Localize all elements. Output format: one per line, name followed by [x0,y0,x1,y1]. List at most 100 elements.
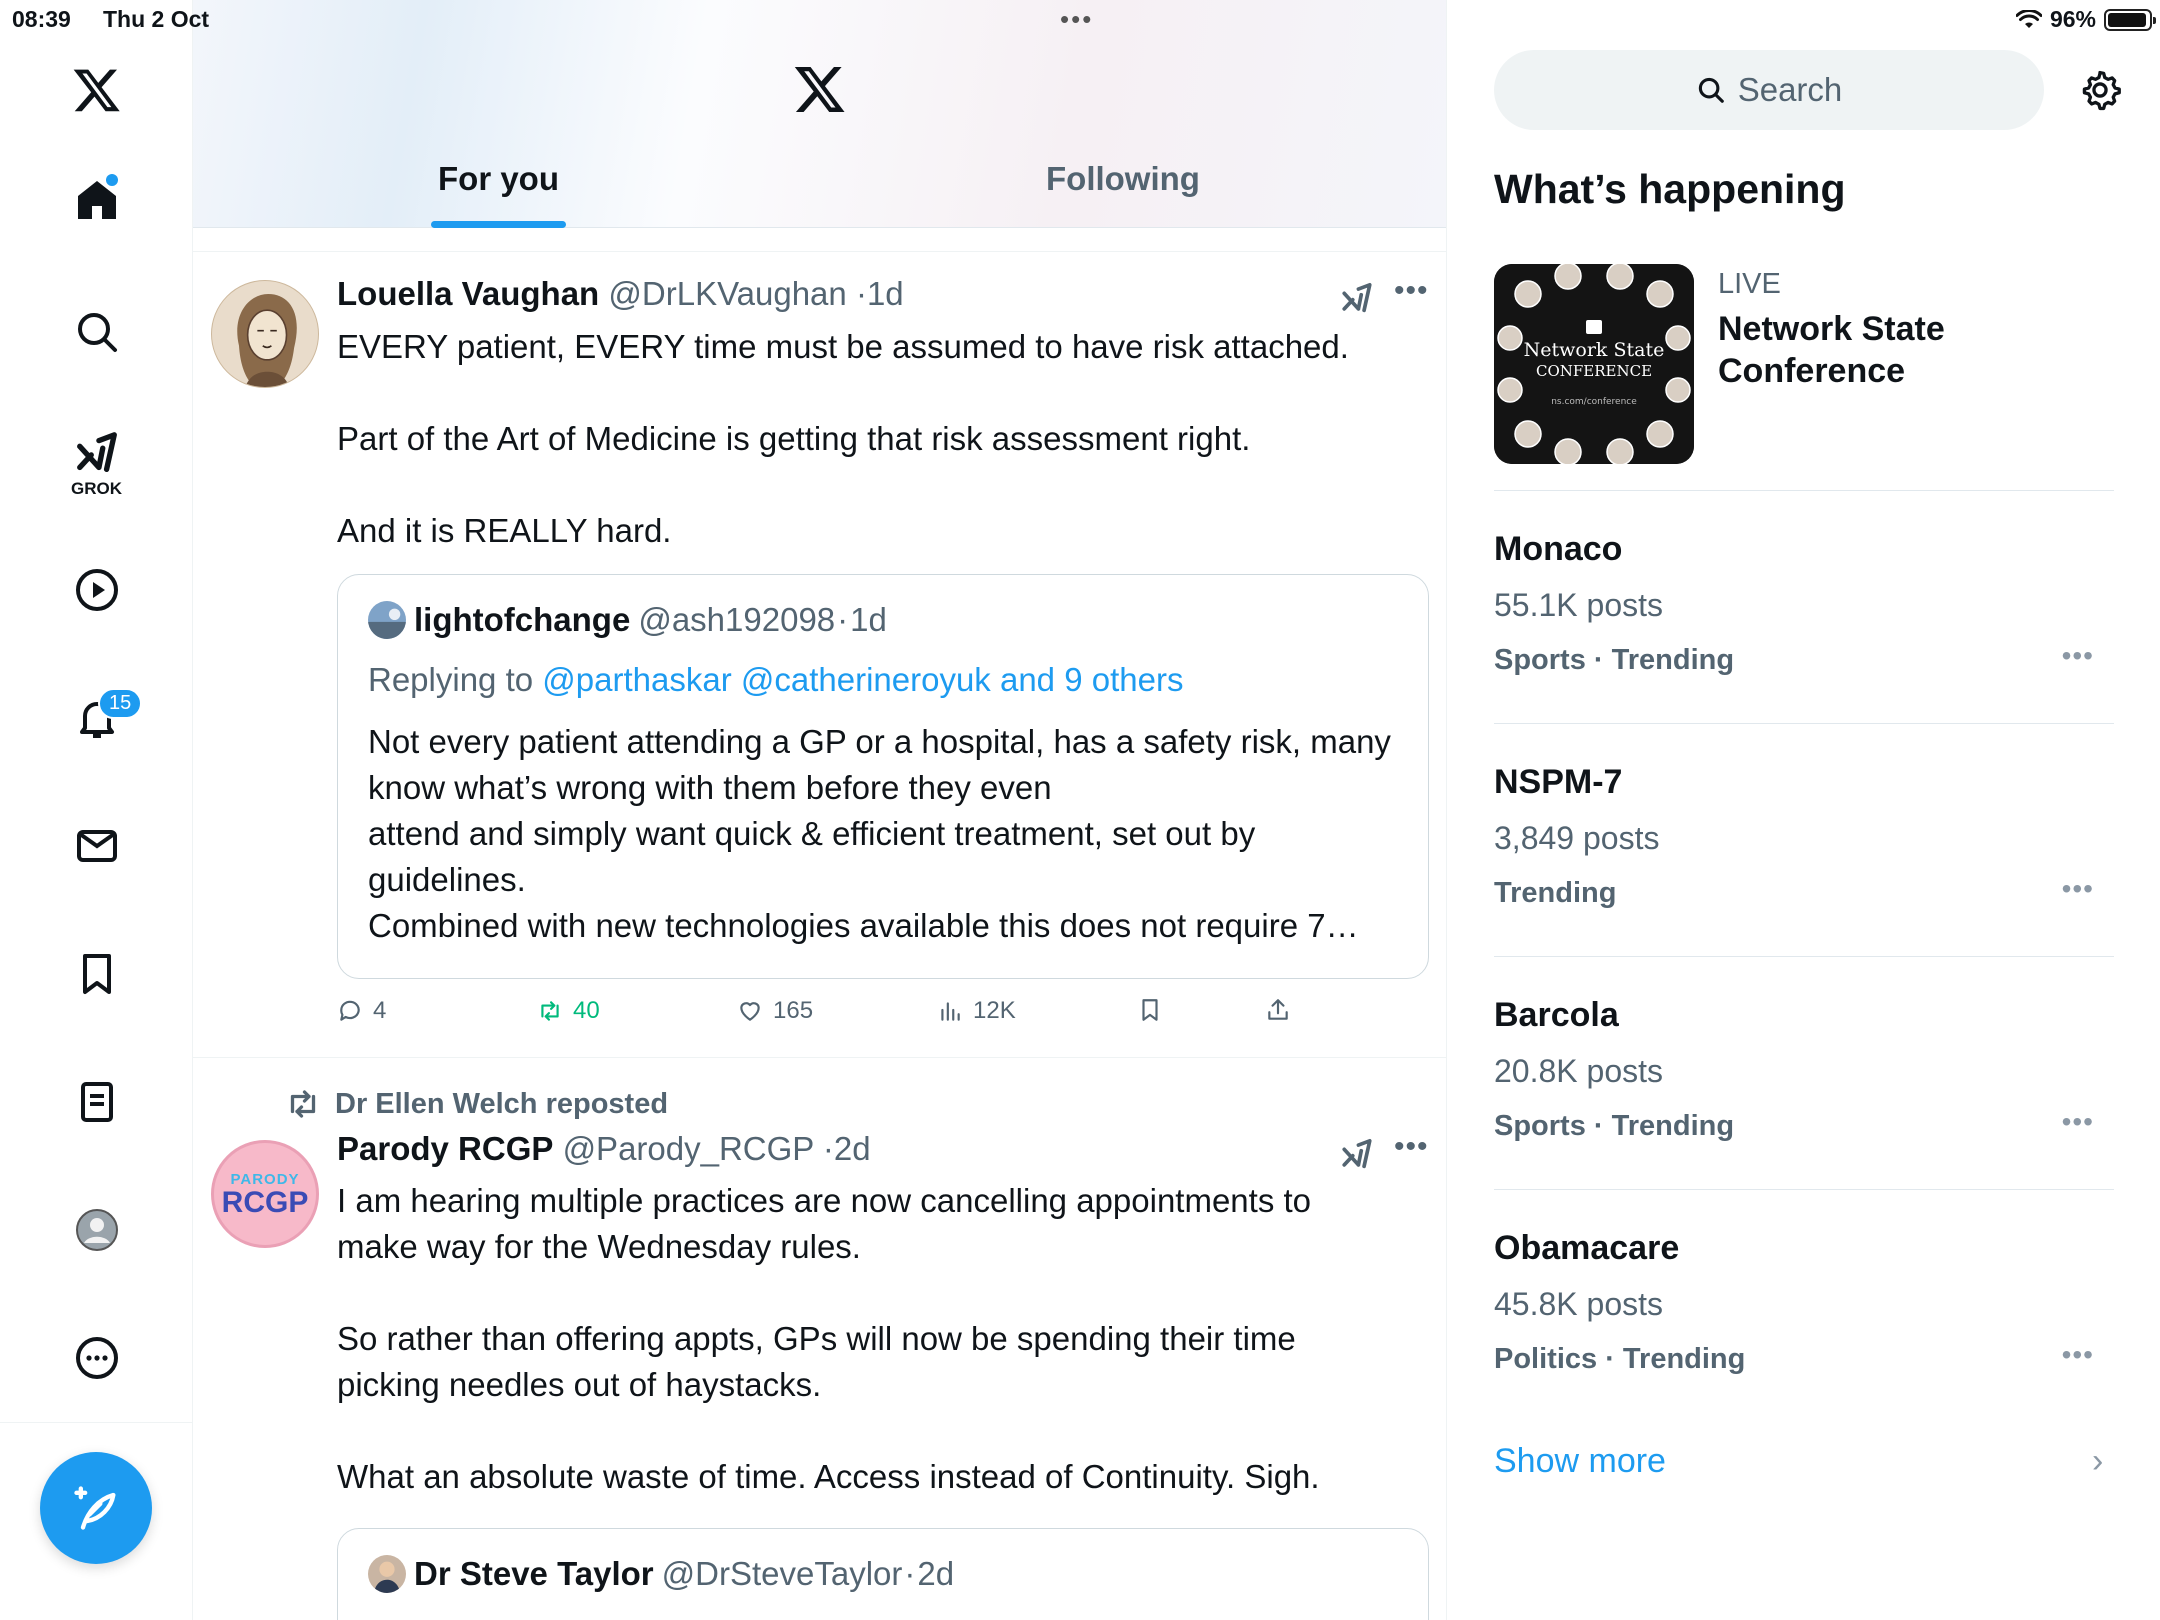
notification-badge: 15 [98,688,143,719]
more-circle-icon [75,1337,118,1379]
trend-more-icon[interactable]: ••• [2062,873,2094,905]
like-count: 165 [773,997,814,1024]
repost-context: Dr Ellen Welch reposted [285,1086,668,1122]
like-button[interactable]: 165 [737,997,813,1025]
right-sidebar: Search What’s happening Network State CO… [1448,0,2160,1620]
quote-author-name: lightofchange [414,601,631,638]
trend-name: Barcola [1494,996,1619,1034]
left-nav: GROK 15 [0,0,193,1620]
avatar[interactable] [211,280,319,388]
tab-for-you[interactable]: For you [438,160,559,198]
reposted-by[interactable]: Dr Ellen Welch reposted [335,1088,668,1121]
profile-avatar-icon [75,1209,118,1251]
tweet-header: Louella Vaughan @DrLKVaughan ·1d [337,275,904,313]
trend-more-icon[interactable]: ••• [2062,1106,2094,1138]
tweet-more-icon[interactable]: ••• [1394,1130,1429,1164]
whats-happening-title: What’s happening [1494,166,1846,212]
settings-gear-icon[interactable] [2078,68,2122,112]
search-bar[interactable]: Search [1494,50,2044,130]
analytics-icon [941,1002,960,1021]
quote-tweet[interactable]: lightofchange @ash192098 · 1d Replying to … [337,574,1429,979]
nav-explore[interactable] [0,302,193,362]
quote-text: Not every patient attending a GP or a ho… [368,723,1391,944]
nav-profile[interactable] [0,1200,193,1260]
bookmark-icon [1142,999,1158,1021]
nav-divider [0,1422,193,1423]
trend-item[interactable]: Monaco 55.1K posts Sports · Trending ••• [1494,530,2114,680]
trend-more-icon[interactable]: ••• [2062,1339,2094,1371]
trend-item[interactable]: Obamacare 45.8K posts Politics · Trendin… [1494,1229,2114,1379]
tweet-more-icon[interactable]: ••• [1394,274,1429,308]
quote-author-handle: @DrSteveTaylor [661,1555,903,1592]
tweet-actions: 4 40 165 12K [337,997,1397,1037]
repost-button[interactable]: 40 [537,997,600,1025]
author-name[interactable]: Louella Vaughan [337,275,599,312]
time-separator: · [855,275,867,312]
repost-count: 40 [573,997,600,1024]
trend-category: Trending [1494,877,1617,909]
trend-item[interactable]: NSPM-7 3,849 posts Trending ••• [1494,763,2114,913]
quote-avatar [368,601,406,639]
live-event-title[interactable]: Network State Conference [1718,308,2118,392]
tweet-time[interactable]: 1d [867,275,904,312]
show-more-link[interactable]: Show more [1494,1442,1666,1481]
author-handle[interactable]: @DrLKVaughan [608,275,846,312]
avatar[interactable]: PARODY RCGP [211,1140,319,1248]
grok-explain-icon[interactable] [1340,1138,1374,1172]
x-logo-icon[interactable] [793,62,847,116]
trend-item[interactable]: Barcola 20.8K posts Sports · Trending ••… [1494,996,2114,1146]
avatar-rcgp-text: RCGP [221,1185,309,1219]
thumbnail-url: ns.com/conference [1551,397,1637,407]
nav-notifications[interactable]: 15 [0,688,193,748]
chevron-right-icon[interactable]: › [2092,1442,2103,1481]
quote-tweet[interactable]: Dr Steve Taylor @DrSteveTaylor · 2d [337,1528,1429,1620]
author-handle[interactable]: @Parody_RCGP [563,1130,814,1167]
compose-button[interactable] [40,1452,152,1564]
time-separator: · [904,1555,916,1592]
trend-category: Sports · Trending [1494,644,1735,676]
avatar-parody-text: PARODY [230,1170,300,1188]
trend-post-count: 20.8K posts [1494,1053,1663,1089]
status-right: 96% [2015,6,2156,33]
tweet[interactable]: Dr Ellen Welch reposted PARODY RCGP Paro… [193,1058,1446,1620]
share-icon [1268,999,1288,1020]
time-separator: · [822,1130,834,1167]
battery-icon [2104,8,2156,31]
wifi-icon [2015,9,2042,28]
x-logo[interactable] [0,60,193,120]
reply-icon [340,1000,360,1021]
trend-name: Obamacare [1494,1229,1680,1267]
live-event-image[interactable]: Network State CONFERENCE ns.com/conferen… [1494,264,1694,464]
quote-time: 2d [917,1555,955,1592]
multitasking-dots[interactable]: ••• [1060,4,1093,35]
author-name[interactable]: Parody RCGP [337,1130,553,1167]
heart-icon [740,1002,760,1021]
nav-messages[interactable] [0,816,193,876]
nav-lists[interactable] [0,1072,193,1132]
nav-video[interactable] [0,560,193,620]
views-button[interactable]: 12K [937,997,1016,1025]
bookmark-button[interactable] [1137,997,1163,1023]
repost-icon [290,1090,316,1118]
nav-grok[interactable]: GROK [0,425,193,505]
trend-name: NSPM-7 [1494,763,1623,801]
reply-button[interactable]: 4 [337,997,386,1025]
tweet-time[interactable]: 2d [834,1130,871,1167]
divider [1494,490,2114,491]
replying-mentions[interactable]: @parthaskar @catherineroyuk and 9 others [542,661,1183,698]
trend-name: Monaco [1494,530,1623,568]
status-time: 08:39 [12,6,71,32]
nav-more[interactable] [0,1328,193,1388]
live-tag: LIVE [1718,268,1781,300]
thumbnail-line2: CONFERENCE [1536,362,1652,380]
tab-following[interactable]: Following [1046,160,1200,198]
reply-count: 4 [373,997,387,1024]
share-button[interactable] [1265,997,1291,1023]
grok-label: GROK [71,479,122,498]
grok-explain-icon[interactable] [1340,282,1374,316]
nav-home[interactable] [0,170,193,230]
nav-bookmarks[interactable] [0,944,193,1004]
tweet[interactable]: Louella Vaughan @DrLKVaughan ·1d ••• EVE… [193,252,1446,1057]
status-date: Thu 2 Oct [103,6,210,32]
trend-more-icon[interactable]: ••• [2062,640,2094,672]
